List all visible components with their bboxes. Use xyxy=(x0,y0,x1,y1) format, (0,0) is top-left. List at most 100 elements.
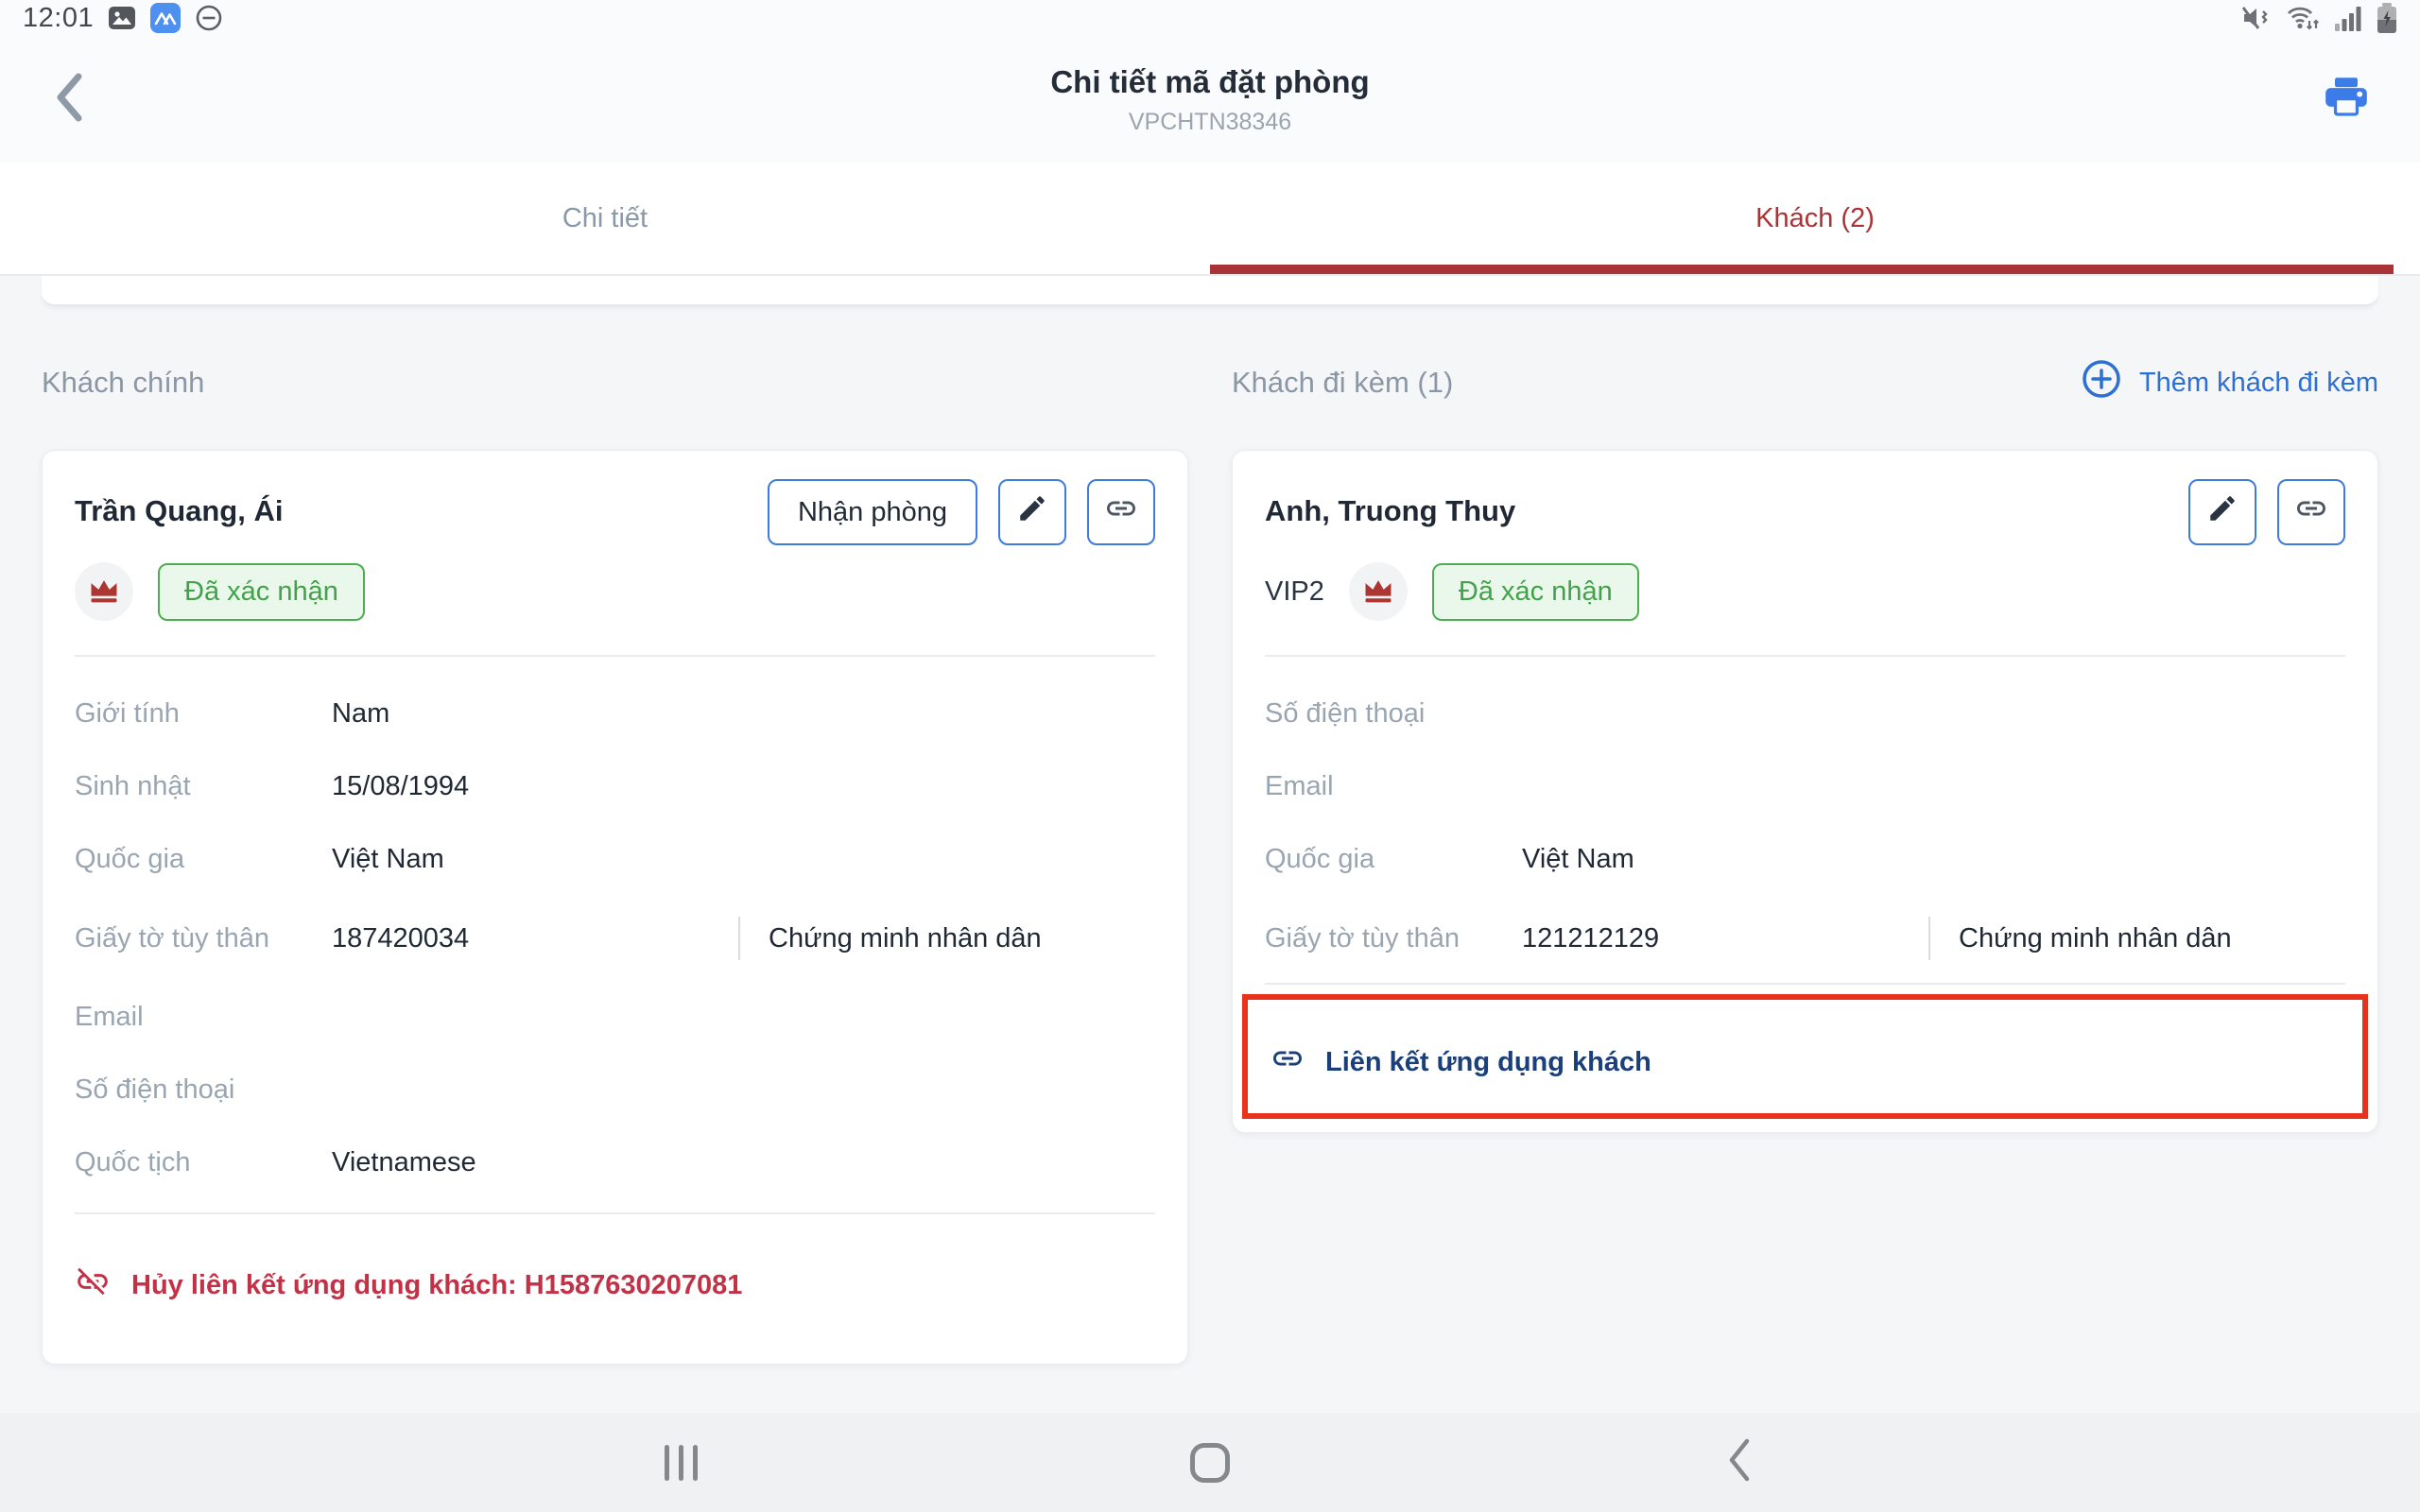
status-badge: Đã xác nhận xyxy=(1432,563,1639,621)
checkin-button[interactable]: Nhận phòng xyxy=(768,479,977,545)
id-document-type: Chứng minh nhân dân xyxy=(769,923,1042,954)
edit-guest-button[interactable] xyxy=(2188,479,2256,545)
accompanying-guest-card: Anh, Truong Thuy xyxy=(1232,450,2378,1133)
header-title-block: Chi tiết mã đặt phòng VPCHTN38346 xyxy=(785,62,1635,136)
active-tab-underline xyxy=(1210,265,2394,274)
field-label: Giới tính xyxy=(75,698,332,730)
link-icon xyxy=(1104,491,1138,533)
main-guest-column: Khách chính Trần Quang, Ái Nhận phòng xyxy=(42,361,1188,1365)
accompanying-guest-actions xyxy=(2188,479,2345,545)
field-label: Quốc gia xyxy=(1265,844,1522,875)
edit-guest-button[interactable] xyxy=(998,479,1066,545)
main-guest-actions: Nhận phòng xyxy=(768,479,1155,545)
field-value: 187420034 xyxy=(332,923,738,954)
field-value: Nam xyxy=(332,698,389,730)
recents-button[interactable] xyxy=(648,1430,714,1496)
field-row-email: Email xyxy=(1265,771,2345,802)
field-row-nationality: Quốc tịch Vietnamese xyxy=(75,1147,1155,1178)
divider xyxy=(75,1212,1155,1214)
main-guest-badge-row: Đã xác nhận xyxy=(75,562,1155,621)
crown-icon xyxy=(75,562,133,621)
guest-columns: Khách chính Trần Quang, Ái Nhận phòng xyxy=(42,361,2378,1365)
crown-icon xyxy=(1349,562,1408,621)
link-guest-app-link[interactable]: Liên kết ứng dụng khách xyxy=(1270,1041,2340,1083)
plus-circle-icon xyxy=(2081,358,2122,407)
field-label: Email xyxy=(75,1002,332,1033)
field-label: Quốc gia xyxy=(75,844,332,875)
home-icon xyxy=(1190,1443,1230,1483)
main-guest-card-head: Trần Quang, Ái Nhận phòng xyxy=(75,479,1155,545)
nav-back-icon xyxy=(1726,1437,1753,1487)
print-button[interactable] xyxy=(2316,69,2377,129)
app-icon xyxy=(150,3,181,33)
field-value: 15/08/1994 xyxy=(332,771,469,802)
field-value: 121212129 xyxy=(1522,923,1928,954)
field-row-id-document: Giấy tờ tùy thân 187420034 Chứng minh nh… xyxy=(75,917,1155,960)
add-accompanying-guest-button[interactable]: Thêm khách đi kèm xyxy=(2081,358,2378,407)
field-row-id-document: Giấy tờ tùy thân 121212129 Chứng minh nh… xyxy=(1265,917,2345,960)
divider xyxy=(1265,655,2345,657)
field-label: Email xyxy=(1265,771,1522,802)
field-row-country: Quốc gia Việt Nam xyxy=(1265,844,2345,875)
back-button[interactable] xyxy=(42,66,98,132)
system-nav-bar xyxy=(0,1413,2420,1512)
vertical-divider xyxy=(1928,917,1930,960)
divider xyxy=(75,655,1155,657)
photo-icon xyxy=(108,6,136,30)
pencil-icon xyxy=(1016,492,1048,532)
signal-icon xyxy=(2334,4,2362,32)
field-label: Số điện thoại xyxy=(1265,698,1522,730)
vertical-divider xyxy=(738,917,740,960)
field-row-country: Quốc gia Việt Nam xyxy=(75,844,1155,875)
field-label: Sinh nhật xyxy=(75,771,332,802)
add-guest-label: Thêm khách đi kèm xyxy=(2139,368,2378,399)
nav-inner xyxy=(648,1430,1772,1496)
header: Chi tiết mã đặt phòng VPCHTN38346 xyxy=(0,36,2420,163)
main-guest-name: Trần Quang, Ái xyxy=(75,479,283,528)
field-label: Số điện thoại xyxy=(75,1074,332,1106)
field-row-phone: Số điện thoại xyxy=(1265,698,2345,730)
field-row-email: Email xyxy=(75,1002,1155,1033)
page-title: Chi tiết mã đặt phòng xyxy=(785,62,1635,101)
field-value: Vietnamese xyxy=(332,1147,476,1178)
link-guest-button[interactable] xyxy=(2277,479,2345,545)
nav-back-button[interactable] xyxy=(1706,1430,1772,1496)
link-guest-button[interactable] xyxy=(1087,479,1155,545)
accompanying-card-head: Anh, Truong Thuy xyxy=(1265,479,2345,545)
main-guest-section-title: Khách chính xyxy=(42,366,204,400)
accompanying-section-head: Khách đi kèm (1) Thêm khách đi kèm xyxy=(1232,361,2378,404)
do-not-disturb-icon xyxy=(195,4,223,32)
clock: 12:01 xyxy=(23,3,94,34)
wifi-icon xyxy=(2286,4,2320,32)
status-bar-left: 12:01 xyxy=(23,3,223,34)
screen: 12:01 xyxy=(0,0,2420,1512)
tab-details[interactable]: Chi tiết xyxy=(0,163,1210,274)
unlink-guest-app-link[interactable]: Hủy liên kết ứng dụng khách: H1587630207… xyxy=(75,1263,1155,1307)
status-badge: Đã xác nhận xyxy=(158,563,365,621)
divider xyxy=(1265,983,2345,985)
tab-guests[interactable]: Khách (2) xyxy=(1210,163,2420,274)
id-document-type: Chứng minh nhân dân xyxy=(1959,923,2232,954)
booking-code: VPCHTN38346 xyxy=(785,109,1635,136)
field-row-phone: Số điện thoại xyxy=(75,1074,1155,1106)
vip-label: VIP2 xyxy=(1265,576,1324,608)
status-bar: 12:01 xyxy=(0,0,2420,36)
chevron-left-icon xyxy=(54,72,86,128)
field-value: Việt Nam xyxy=(1522,844,1634,875)
main-guest-card: Trần Quang, Ái Nhận phòng xyxy=(42,450,1188,1365)
pencil-icon xyxy=(2206,492,2238,532)
field-label: Quốc tịch xyxy=(75,1147,332,1178)
main-guest-section-head: Khách chính xyxy=(42,361,1188,404)
vibrate-mute-icon xyxy=(2241,5,2272,31)
link-icon xyxy=(1270,1041,1305,1083)
link-icon xyxy=(2294,491,2328,533)
unlink-label: Hủy liên kết ứng dụng khách: H1587630207… xyxy=(131,1270,742,1301)
accompanying-guest-name: Anh, Truong Thuy xyxy=(1265,479,1515,528)
field-row-birthday: Sinh nhật 15/08/1994 xyxy=(75,771,1155,802)
status-bar-right xyxy=(2241,3,2397,33)
unlink-icon xyxy=(75,1263,111,1307)
battery-icon xyxy=(2377,3,2397,33)
field-value: Việt Nam xyxy=(332,844,444,875)
home-button[interactable] xyxy=(1177,1430,1243,1496)
accompanying-badge-row: VIP2 Đã xác nhận xyxy=(1265,562,2345,621)
